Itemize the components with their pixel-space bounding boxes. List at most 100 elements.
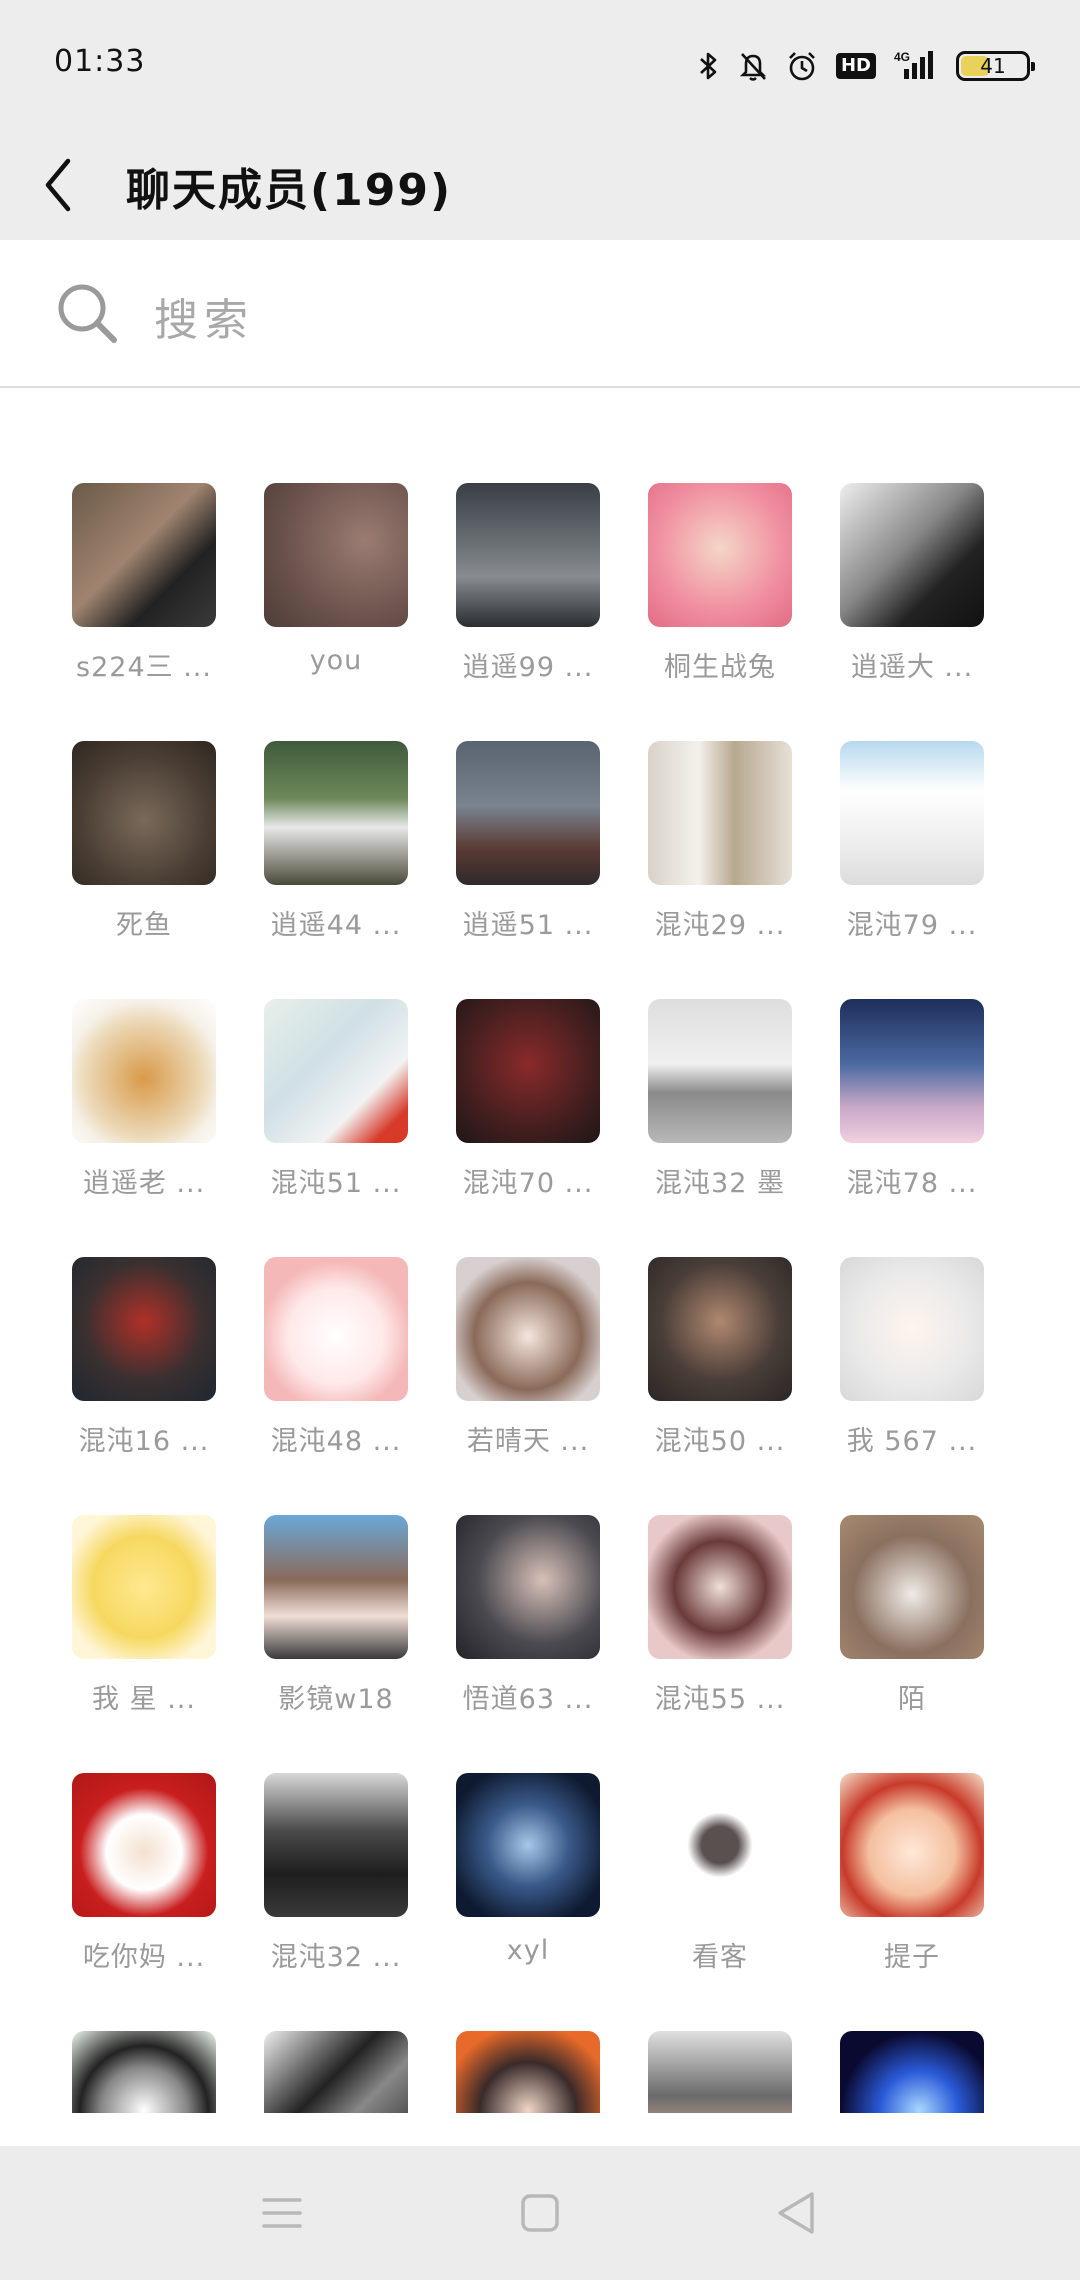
member-name: 提子 (884, 1942, 940, 1973)
member-item[interactable]: 看客 (612, 1773, 804, 1983)
member-avatar (456, 483, 600, 627)
title-bar: 聊天成员(199) (0, 130, 1080, 240)
member-avatar (648, 1257, 792, 1401)
member-item[interactable]: 桐生战兔 (612, 483, 804, 693)
member-avatar (264, 483, 408, 627)
member-item[interactable]: 提子 (804, 1773, 996, 1983)
member-item[interactable]: 混沌29 ... (612, 741, 804, 951)
member-item[interactable]: 逍遥老 ... (36, 999, 228, 1209)
member-name: 若晴天 ... (466, 1426, 590, 1457)
member-avatar (456, 999, 600, 1143)
member-name: 逍遥51 ... (462, 910, 594, 941)
member-name: 混沌29 ... (654, 910, 786, 941)
member-name: 我 567 ... (846, 1426, 978, 1457)
member-item[interactable] (804, 2031, 996, 2113)
member-name: 陌 (898, 1684, 926, 1715)
member-item[interactable]: 若晴天 ... (420, 1257, 612, 1467)
status-icons: HD 4G 41 (698, 46, 1035, 86)
member-name: 我 星 ... (92, 1684, 196, 1715)
member-avatar (648, 1515, 792, 1659)
home-icon (521, 2194, 559, 2232)
battery-icon: 41 (956, 51, 1035, 81)
member-avatar (840, 483, 984, 627)
alarm-icon (789, 52, 815, 81)
member-item[interactable]: 混沌51 ... (228, 999, 420, 1209)
member-name: 混沌78 ... (846, 1168, 978, 1199)
member-avatar (72, 1515, 216, 1659)
back-nav-button[interactable] (756, 2176, 836, 2250)
member-item[interactable]: 陌 (804, 1515, 996, 1725)
member-avatar (72, 483, 216, 627)
member-avatar (840, 741, 984, 885)
member-item[interactable] (420, 2031, 612, 2113)
member-name: 混沌32 墨 (655, 1168, 785, 1199)
member-item[interactable]: 死鱼 (36, 741, 228, 951)
bluetooth-icon (700, 52, 717, 80)
member-avatar (456, 741, 600, 885)
member-name: 吃你妈 ... (82, 1942, 206, 1973)
bell-muted-icon (739, 53, 767, 81)
member-item[interactable]: 悟道63 ... (420, 1515, 612, 1725)
member-item[interactable]: 混沌32 墨 (612, 999, 804, 1209)
member-avatar (456, 1773, 600, 1917)
signal-icon: 4G (894, 50, 933, 79)
member-avatar (72, 999, 216, 1143)
member-item[interactable]: 混沌78 ... (804, 999, 996, 1209)
member-avatar (264, 1257, 408, 1401)
search-icon (58, 284, 117, 343)
search-bar[interactable]: 搜索 (0, 240, 1080, 388)
member-name: 影镜w18 (278, 1684, 394, 1715)
member-avatar (264, 741, 408, 885)
status-time: 01:33 (54, 44, 146, 79)
member-item[interactable]: xyl (420, 1773, 612, 1983)
back-button[interactable] (30, 140, 86, 230)
member-avatar (72, 2031, 216, 2113)
member-item[interactable]: 混沌79 ... (804, 741, 996, 951)
member-item[interactable]: you (228, 483, 420, 693)
member-item[interactable]: 逍遥99 ... (420, 483, 612, 693)
member-avatar (72, 1257, 216, 1401)
network-type: 4G (894, 50, 910, 64)
member-item[interactable]: 我 星 ... (36, 1515, 228, 1725)
member-item[interactable]: 混沌32 ... (228, 1773, 420, 1983)
member-item[interactable]: s224三 ... (36, 483, 228, 693)
member-name: 桐生战兔 (664, 652, 776, 683)
member-avatar (648, 741, 792, 885)
member-name: 逍遥99 ... (462, 652, 594, 683)
member-avatar (840, 999, 984, 1143)
member-avatar (456, 1515, 600, 1659)
member-item[interactable]: 混沌50 ... (612, 1257, 804, 1467)
member-name: 混沌50 ... (654, 1426, 786, 1457)
member-item[interactable]: 逍遥大 ... (804, 483, 996, 693)
member-item[interactable]: 吃你妈 ... (36, 1773, 228, 1983)
member-item[interactable]: 混沌48 ... (228, 1257, 420, 1467)
member-item[interactable]: 混沌55 ... (612, 1515, 804, 1725)
chevron-left-icon (45, 158, 71, 212)
member-avatar (264, 1773, 408, 1917)
member-name: s224三 ... (76, 652, 212, 683)
member-name: 混沌55 ... (654, 1684, 786, 1715)
battery-level: 41 (980, 54, 1006, 78)
member-avatar (72, 741, 216, 885)
member-avatar (648, 1773, 792, 1917)
search-input[interactable]: 搜索 (154, 284, 254, 348)
member-name: 混沌16 ... (78, 1426, 210, 1457)
member-item[interactable] (36, 2031, 228, 2113)
member-item[interactable]: 逍遥44 ... (228, 741, 420, 951)
member-item[interactable] (612, 2031, 804, 2113)
member-item[interactable]: 影镜w18 (228, 1515, 420, 1725)
member-avatar (840, 1257, 984, 1401)
status-bar: 01:33 HD 4G 41 (0, 0, 1080, 130)
member-item[interactable] (228, 2031, 420, 2113)
recent-apps-button[interactable] (242, 2176, 322, 2250)
member-avatar (840, 1515, 984, 1659)
member-name: you (309, 645, 363, 676)
member-avatar (648, 999, 792, 1143)
home-button[interactable] (500, 2176, 580, 2250)
member-avatar (264, 2031, 408, 2113)
member-item[interactable]: 混沌70 ... (420, 999, 612, 1209)
member-item[interactable]: 逍遥51 ... (420, 741, 612, 951)
member-item[interactable]: 混沌16 ... (36, 1257, 228, 1467)
member-item[interactable]: 我 567 ... (804, 1257, 996, 1467)
member-name: 混沌79 ... (846, 910, 978, 941)
